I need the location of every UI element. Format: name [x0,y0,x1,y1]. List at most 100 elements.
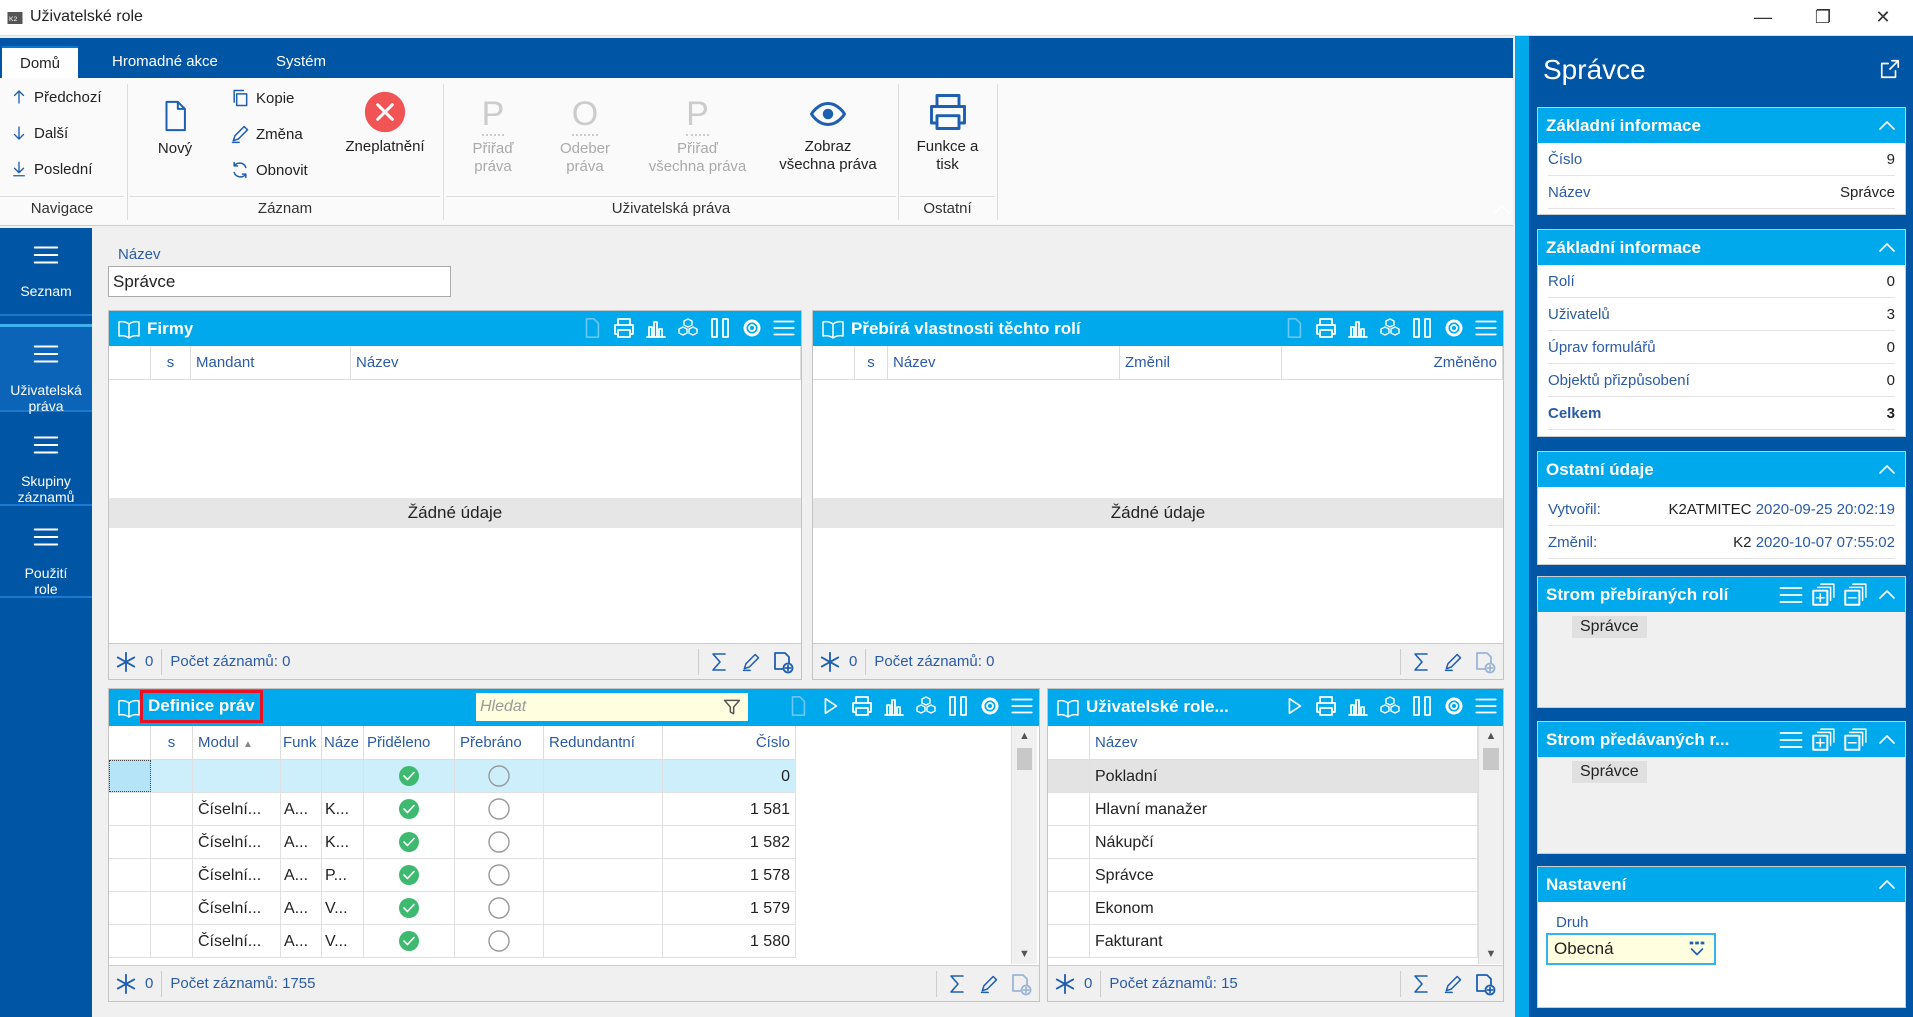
row-selector[interactable] [1048,925,1090,957]
cubes-icon[interactable] [913,693,939,719]
column-prideleno[interactable]: Přiděleno [364,726,455,759]
assign-rights-button[interactable]: P Přiřaď práva [458,94,528,176]
row-selector[interactable] [109,826,151,858]
table-row[interactable]: Číselní... A... V... 1 579 [109,892,796,925]
menu-icon[interactable] [1473,315,1499,341]
row-selector[interactable] [1048,892,1090,924]
add-record-icon[interactable] [1473,972,1497,996]
cubes-icon[interactable] [1377,315,1403,341]
chart-icon[interactable] [881,693,907,719]
chevron-up-icon[interactable] [1873,871,1901,899]
gear-icon[interactable] [1441,315,1467,341]
empty-circle-icon[interactable] [487,896,511,920]
check-circle-icon[interactable] [397,929,421,953]
row-selector[interactable] [109,892,151,924]
row-selector[interactable] [1048,760,1090,792]
filter-icon[interactable] [722,697,742,717]
functions-print-button[interactable]: Funkce a tisk [905,90,990,174]
check-circle-icon[interactable] [397,830,421,854]
play-icon[interactable] [817,693,843,719]
check-circle-icon[interactable] [397,797,421,821]
empty-circle-icon[interactable] [487,929,511,953]
expand-all-icon[interactable] [1809,581,1837,609]
sum-icon[interactable] [707,650,731,674]
empty-circle-icon[interactable] [487,830,511,854]
table-row[interactable]: 0 [109,760,796,793]
column-funkce[interactable]: Funk [281,726,322,759]
check-circle-icon[interactable] [397,863,421,887]
popout-icon[interactable] [1879,58,1901,80]
add-record-icon[interactable] [1473,650,1497,674]
sidebar-item-skupiny-zaznamu[interactable]: Skupiny záznamů [0,418,92,506]
chevron-up-icon[interactable] [1873,581,1901,609]
gear-icon[interactable] [739,315,765,341]
add-record-icon[interactable] [1009,972,1033,996]
table-row[interactable]: Nákupčí [1048,826,1478,859]
last-button[interactable]: Poslední [10,160,92,178]
gear-icon[interactable] [1441,693,1467,719]
columns-icon[interactable] [707,315,733,341]
chart-icon[interactable] [643,315,669,341]
check-circle-icon[interactable] [397,764,421,788]
table-row[interactable]: Číselní... A... V... 1 580 [109,925,796,958]
show-all-rights-button[interactable]: Zobraz všechna práva [768,94,888,174]
empty-circle-icon[interactable] [487,863,511,887]
cubes-icon[interactable] [675,315,701,341]
column-zmenil[interactable]: Změnil [1120,346,1282,379]
name-input[interactable]: Správce [108,266,451,297]
menu-icon[interactable] [1473,693,1499,719]
table-row[interactable]: Číselní... A... K... 1 582 [109,826,796,859]
edit-icon[interactable] [979,974,999,994]
sidebar-item-seznam[interactable]: Seznam [0,228,92,316]
tab-system[interactable]: Systém [258,46,344,78]
play-icon[interactable] [1281,693,1307,719]
column-s[interactable]: s [151,346,191,379]
empty-circle-icon[interactable] [487,764,511,788]
sum-icon[interactable] [945,972,969,996]
menu-icon[interactable] [1009,693,1035,719]
tree-item[interactable]: Správce [1572,761,1647,783]
new-button[interactable]: Nový [150,96,200,158]
print-icon[interactable] [611,315,637,341]
print-icon[interactable] [1313,315,1339,341]
remove-rights-button[interactable]: O Odeber práva [550,94,620,176]
row-selector[interactable] [109,793,151,825]
collapse-all-icon[interactable] [1841,581,1869,609]
print-icon[interactable] [1313,693,1339,719]
menu-icon[interactable] [1777,726,1805,754]
sidebar-item-uzivatelska-prava[interactable]: Uživatelská práva [0,324,92,414]
column-mandant[interactable]: Mandant [191,346,351,379]
minimize-button[interactable]: — [1733,0,1793,34]
refresh-button[interactable]: Obnovit [230,160,308,180]
column-nazev[interactable]: Náze [322,726,364,759]
chevron-up-icon[interactable] [1873,112,1901,140]
snowflake-icon[interactable] [115,973,137,995]
columns-icon[interactable] [1409,693,1435,719]
menu-icon[interactable] [771,315,797,341]
table-row[interactable]: Pokladní [1048,760,1478,793]
row-selector[interactable] [1048,826,1090,858]
row-selector[interactable] [1048,793,1090,825]
add-record-icon[interactable] [771,650,795,674]
column-nazev[interactable]: Název [351,346,801,379]
row-selector[interactable] [109,925,151,957]
print-icon[interactable] [849,693,875,719]
expand-all-icon[interactable] [1809,726,1837,754]
column-s[interactable]: s [855,346,888,379]
columns-icon[interactable] [945,693,971,719]
edit-icon[interactable] [741,652,761,672]
chart-icon[interactable] [1345,693,1371,719]
rights-scrollbar[interactable]: ▲ ▼ [1011,726,1037,964]
table-row[interactable]: Číselní... A... K... 1 581 [109,793,796,826]
column-zmeneno[interactable]: Změněno [1282,346,1503,379]
chevron-up-icon[interactable] [1873,456,1901,484]
tab-hromadne-akce[interactable]: Hromadné akce [94,46,236,78]
sum-icon[interactable] [1409,650,1433,674]
column-s[interactable]: s [151,726,193,759]
cubes-icon[interactable] [1377,693,1403,719]
sidebar-item-pouziti-role[interactable]: Použití role [0,510,92,598]
row-selector[interactable] [109,760,151,792]
roles-scrollbar[interactable]: ▲ ▼ [1478,726,1503,964]
menu-icon[interactable] [1777,581,1805,609]
kind-select[interactable]: Obecná [1546,933,1716,965]
